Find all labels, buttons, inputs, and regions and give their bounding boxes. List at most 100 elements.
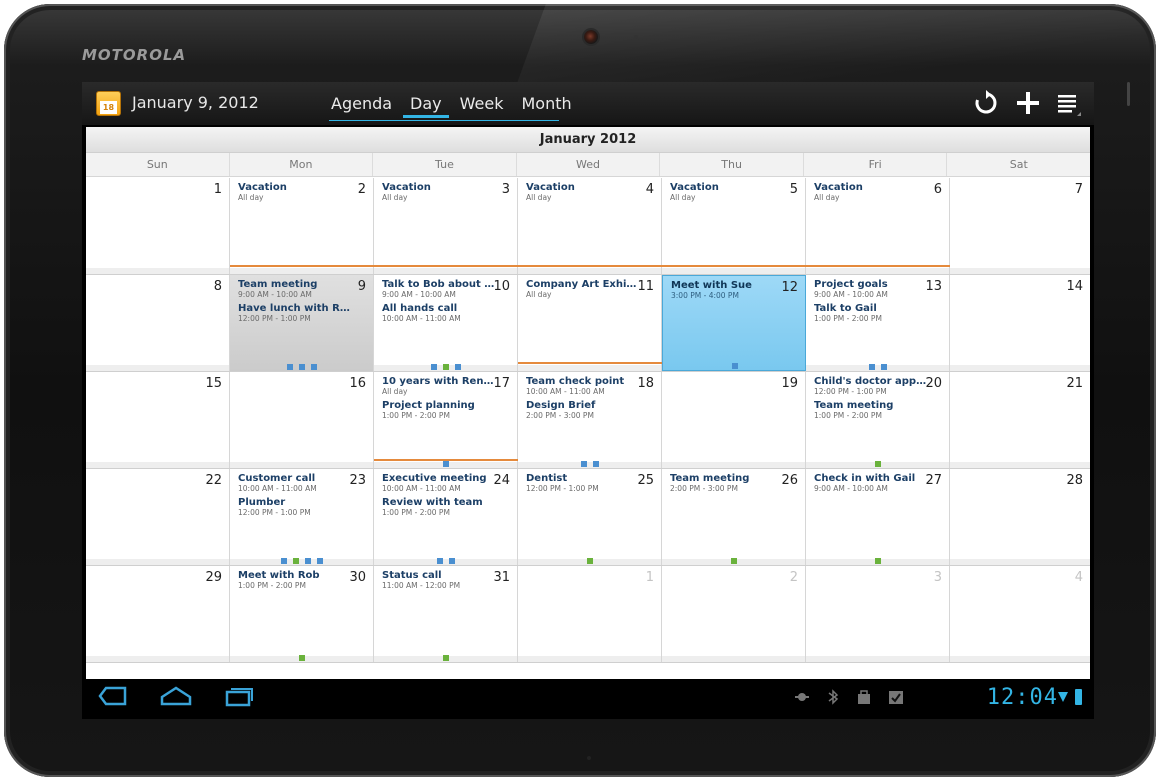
calendar-event[interactable]: Team check point 10:00 AM - 11:00 AM <box>526 376 641 396</box>
calendar-event[interactable]: Have lunch with Renno...12:00 PM - 1:00 … <box>238 303 353 323</box>
day-cell[interactable]: 24 Executive meeting 10:00 AM - 11:00 AM Re… <box>374 469 518 565</box>
calendar-event[interactable]: All hands call 10:00 AM - 11:00 AM <box>382 303 497 323</box>
calendar-event[interactable]: Plumber 12:00 PM - 1:00 PM <box>238 497 353 517</box>
day-cell[interactable]: 10Talk to Bob about stats9:00 AM - 10:00… <box>374 275 518 371</box>
screen: 18 January 9, 2012 Agenda Day Week Month… <box>82 82 1094 719</box>
day-cell[interactable]: 2 Vacation All day <box>230 178 374 274</box>
calendar-event[interactable]: Design Brief 2:00 PM - 3:00 PM <box>526 400 641 420</box>
tab-month[interactable]: Month <box>512 82 580 122</box>
calendar-event[interactable]: Status call 11:00 AM - 12:00 PM <box>382 570 497 590</box>
tab-week[interactable]: Week <box>451 82 513 122</box>
day-cell[interactable]: 14 <box>950 275 1090 371</box>
day-cell[interactable]: 5 Vacation All day <box>662 178 806 274</box>
calendar-app-icon[interactable]: 18 <box>96 91 121 116</box>
calendar-event[interactable]: Check in with Gail 9:00 AM - 10:00 AM <box>814 473 929 493</box>
weekday-label: Tue <box>373 153 517 176</box>
event-time: 3:00 PM - 4:00 PM <box>671 291 739 300</box>
calendar-event[interactable]: Talk to Bob about stats9:00 AM - 10:00 A… <box>382 279 497 299</box>
day-cell[interactable]: 28 <box>950 469 1090 565</box>
calendar-event[interactable]: Vacation All day <box>814 182 929 202</box>
day-cell[interactable]: 23 Customer call 10:00 AM - 11:00 AM Plumbe… <box>230 469 374 565</box>
day-cell[interactable]: 20Child's doctor appoint...12:00 PM - 1:… <box>806 372 950 468</box>
multi-day-range-line <box>374 459 518 461</box>
status-clock[interactable]: 12:04 <box>987 685 1058 710</box>
calendar-notify-icon[interactable] <box>888 689 904 709</box>
day-cell[interactable]: 9 Team meeting 9:00 AM - 10:00 AM Have lunc… <box>230 275 374 371</box>
day-cell[interactable]: 1 <box>518 566 662 662</box>
event-markers <box>806 461 950 467</box>
day-cell[interactable]: 3 <box>806 566 950 662</box>
add-icon[interactable] <box>1014 90 1042 118</box>
day-cell[interactable]: 22 <box>86 469 230 565</box>
day-cell[interactable]: 31 Status call 11:00 AM - 12:00 PM <box>374 566 518 662</box>
day-cell[interactable]: 11 Company Art Exhibit All day <box>518 275 662 371</box>
notification-icon[interactable] <box>856 689 872 709</box>
day-number: 6 <box>933 182 942 197</box>
day-number: 2 <box>357 182 366 197</box>
calendar-event[interactable]: Dentist 12:00 PM - 1:00 PM <box>526 473 641 493</box>
event-time: 9:00 AM - 10:00 AM <box>382 290 456 299</box>
refresh-icon[interactable] <box>972 90 1000 118</box>
day-number: 3 <box>501 182 510 197</box>
day-cell[interactable]: 6 Vacation All day <box>806 178 950 274</box>
calendar-event[interactable]: Talk to Gail 1:00 PM - 2:00 PM <box>814 303 929 323</box>
calendar-event[interactable]: Review with team 1:00 PM - 2:00 PM <box>382 497 497 517</box>
day-number: 3 <box>933 570 942 585</box>
calendar-event[interactable]: Meet with Rob 1:00 PM - 2:00 PM <box>238 570 353 590</box>
current-date-title[interactable]: January 9, 2012 <box>132 93 259 112</box>
day-cell[interactable]: 2 <box>662 566 806 662</box>
event-marker <box>281 558 287 564</box>
tab-day[interactable]: Day <box>401 82 451 122</box>
event-title: Plumber <box>238 497 286 508</box>
day-cell[interactable]: 7 <box>950 178 1090 274</box>
day-events: Vacation All day <box>526 182 641 206</box>
day-cell[interactable]: 3 Vacation All day <box>374 178 518 274</box>
day-cell[interactable]: 30 Meet with Rob 1:00 PM - 2:00 PM <box>230 566 374 662</box>
day-cell[interactable]: 16 <box>230 372 374 468</box>
calendar-event[interactable]: 10 years with Rennov...All day <box>382 376 497 396</box>
calendar-event[interactable]: Child's doctor appoint...12:00 PM - 1:00… <box>814 376 929 396</box>
day-number: 5 <box>789 182 798 197</box>
calendar-event[interactable]: Customer call 10:00 AM - 11:00 AM <box>238 473 353 493</box>
calendar-event[interactable]: Company Art Exhibit All day <box>526 279 641 299</box>
calendar-event[interactable]: Vacation All day <box>238 182 353 202</box>
day-cell[interactable]: 15 <box>86 372 230 468</box>
calendar-event[interactable]: Project goals 9:00 AM - 10:00 AM <box>814 279 929 299</box>
day-cell[interactable]: 21 <box>950 372 1090 468</box>
calendar-event[interactable]: Vacation All day <box>382 182 497 202</box>
calendar-event[interactable]: Team meeting 9:00 AM - 10:00 AM <box>238 279 353 299</box>
event-marker <box>875 461 881 467</box>
calendar-event[interactable]: Meet with Sue 3:00 PM - 4:00 PM <box>671 280 786 300</box>
calendar-event[interactable]: Vacation All day <box>670 182 785 202</box>
day-cell[interactable]: 1 <box>86 178 230 274</box>
day-cell[interactable]: 8 <box>86 275 230 371</box>
day-cell[interactable]: 13 Project goals 9:00 AM - 10:00 AM Talk to… <box>806 275 950 371</box>
event-marker <box>317 558 323 564</box>
day-number: 4 <box>1074 570 1083 585</box>
day-cell[interactable]: 29 <box>86 566 230 662</box>
calendar-event[interactable]: Team meeting 1:00 PM - 2:00 PM <box>814 400 929 420</box>
recent-apps-icon[interactable] <box>224 685 254 713</box>
day-cell[interactable]: 19 <box>662 372 806 468</box>
calendar-event[interactable]: Executive meeting 10:00 AM - 11:00 AM <box>382 473 497 493</box>
power-button[interactable] <box>1127 82 1130 106</box>
day-number: 19 <box>781 376 798 391</box>
day-cell[interactable]: 4 <box>950 566 1090 662</box>
event-time: 2:00 PM - 3:00 PM <box>526 411 594 420</box>
calendar-event[interactable]: Vacation All day <box>526 182 641 202</box>
tab-agenda[interactable]: Agenda <box>322 82 401 122</box>
home-icon[interactable] <box>160 685 192 713</box>
day-cell[interactable]: 18 Team check point 10:00 AM - 11:00 AM Des… <box>518 372 662 468</box>
event-time: All day <box>670 193 696 202</box>
back-icon[interactable] <box>98 685 128 713</box>
day-cell[interactable]: 4 Vacation All day <box>518 178 662 274</box>
menu-icon[interactable] <box>1054 90 1082 118</box>
day-cell[interactable]: 25 Dentist 12:00 PM - 1:00 PM <box>518 469 662 565</box>
day-cell[interactable]: 12 Meet with Sue 3:00 PM - 4:00 PM <box>662 275 806 371</box>
event-marker <box>437 558 443 564</box>
day-cell[interactable]: 27 Check in with Gail 9:00 AM - 10:00 AM <box>806 469 950 565</box>
calendar-event[interactable]: Project planning 1:00 PM - 2:00 PM <box>382 400 497 420</box>
day-cell[interactable]: 1710 years with Rennov...All dayProject … <box>374 372 518 468</box>
calendar-event[interactable]: Team meeting 2:00 PM - 3:00 PM <box>670 473 785 493</box>
day-cell[interactable]: 26 Team meeting 2:00 PM - 3:00 PM <box>662 469 806 565</box>
